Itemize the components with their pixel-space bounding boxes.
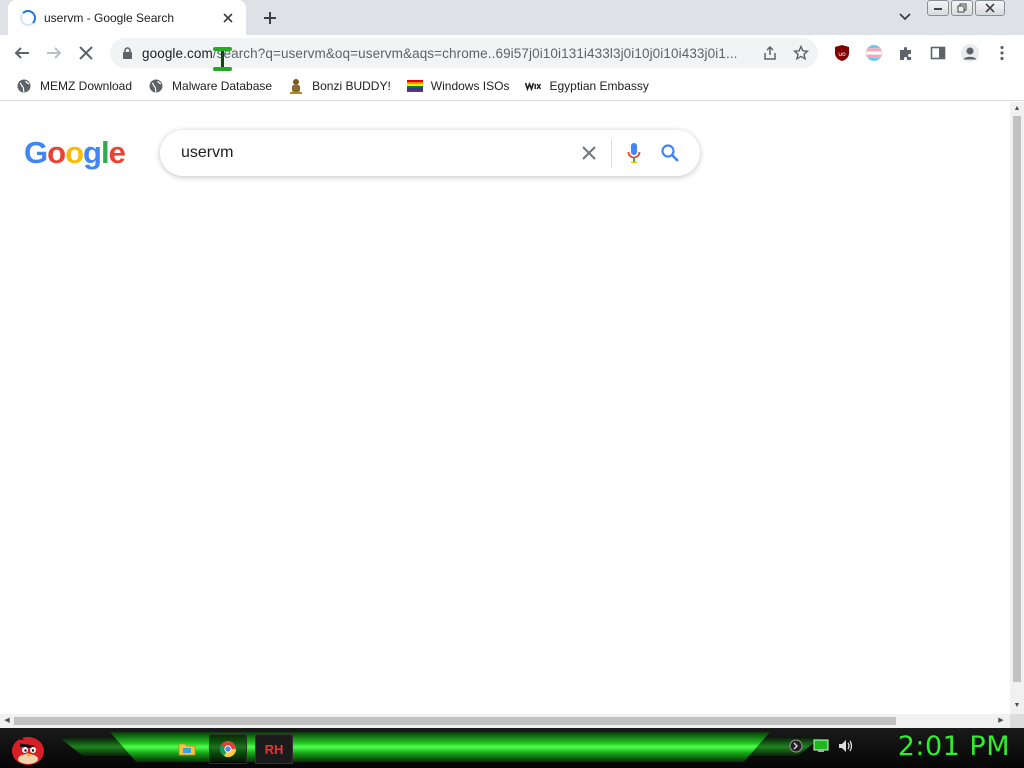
globe-icon [148, 78, 164, 94]
clear-search-button[interactable] [571, 135, 607, 171]
svg-text:uo: uo [838, 51, 846, 58]
forward-button[interactable] [40, 39, 68, 67]
bookmark-windows-isos[interactable]: Windows ISOs [399, 73, 518, 99]
bookmark-star-icon[interactable] [791, 43, 811, 63]
web-page: Google uservm [0, 47, 1010, 714]
new-tab-button[interactable] [258, 6, 282, 30]
loading-spinner-icon [20, 9, 36, 26]
taskbar: RH 2:01 PM [0, 728, 1024, 768]
tab-strip: uservm - Google Search [0, 0, 1024, 35]
ibeam-cursor-icon [213, 47, 232, 71]
search-divider [611, 139, 612, 167]
taskbar-chrome[interactable] [209, 734, 247, 764]
back-button[interactable] [8, 39, 36, 67]
bookmarks-bar: MEMZ Download Malware Database Bonzi BUD… [0, 71, 1024, 101]
vertical-scrollbar[interactable]: ▲ ▼ [1010, 102, 1024, 714]
bookmark-memz-download[interactable]: MEMZ Download [8, 73, 140, 99]
minimize-button[interactable] [927, 0, 949, 16]
horizontal-scrollbar[interactable]: ◀ ▶ [0, 714, 1010, 728]
bookmark-bonzi-buddy[interactable]: Bonzi BUDDY! [280, 73, 399, 99]
scroll-up-arrow-icon[interactable]: ▲ [1013, 105, 1021, 113]
scrollbar-corner [1010, 714, 1024, 728]
rainbow-flag-icon [406, 78, 423, 94]
extensions-puzzle-icon[interactable] [894, 41, 918, 65]
search-submit-magnifier-icon[interactable] [652, 135, 688, 171]
scroll-left-arrow-icon[interactable]: ◀ [3, 717, 11, 725]
restore-button[interactable] [951, 0, 973, 16]
trans-flag-extension-icon[interactable] [862, 41, 886, 65]
close-window-button[interactable] [975, 0, 1005, 16]
tab-title: uservm - Google Search [44, 10, 175, 25]
taskbar-resource-hacker[interactable]: RH [255, 734, 293, 764]
network-monitor-icon[interactable] [813, 738, 829, 754]
url-host: google.com [142, 45, 213, 61]
tab-search-chevron-icon[interactable] [894, 6, 916, 28]
bookmark-label: Malware Database [172, 78, 273, 93]
voice-search-mic-icon[interactable] [616, 135, 652, 171]
globe-icon [16, 78, 32, 94]
bookmark-label: Windows ISOs [430, 78, 510, 93]
chrome-icon [219, 741, 237, 758]
browser-toolbar: google.com/search?q=uservm&oq=uservm&aqs… [0, 35, 1024, 71]
bookmark-label: Bonzi BUDDY! [312, 78, 391, 93]
profile-avatar-icon[interactable] [958, 41, 982, 65]
bookmark-label: MEMZ Download [40, 78, 133, 93]
scroll-right-arrow-icon[interactable]: ▶ [997, 717, 1005, 725]
scroll-down-arrow-icon[interactable]: ▼ [1013, 702, 1021, 710]
bookmark-malware-database[interactable]: Malware Database [140, 73, 280, 99]
lock-icon[interactable] [120, 46, 134, 60]
wix-icon [525, 78, 542, 94]
bonzi-icon [288, 78, 304, 94]
vertical-scroll-thumb[interactable] [1013, 116, 1021, 682]
side-panel-icon[interactable] [926, 41, 950, 65]
ublock-origin-icon[interactable]: uo [830, 41, 854, 65]
horizontal-scroll-thumb[interactable] [14, 717, 896, 725]
system-tray [788, 738, 854, 754]
folder-icon [178, 743, 196, 756]
bookmark-egyptian-embassy[interactable]: Egyptian Embassy [517, 73, 656, 99]
stop-loading-button[interactable] [72, 39, 100, 67]
share-icon[interactable] [760, 43, 780, 63]
volume-icon[interactable] [838, 738, 854, 754]
tab-google-search[interactable]: uservm - Google Search [8, 0, 246, 35]
search-input[interactable]: uservm [181, 144, 571, 162]
bookmark-label: Egyptian Embassy [549, 78, 649, 93]
chrome-menu-icon[interactable] [990, 41, 1014, 65]
tray-app-icon[interactable] [788, 738, 804, 754]
search-box[interactable]: uservm [160, 130, 700, 176]
window-controls [927, 0, 1005, 18]
taskbar-clock[interactable]: 2:01 PM [870, 731, 1010, 762]
google-logo[interactable]: Google [24, 135, 126, 171]
close-tab-icon[interactable] [220, 10, 236, 26]
taskbar-file-explorer[interactable] [168, 734, 206, 764]
url-path: /search?q=uservm&oq=uservm&aqs=chrome..6… [212, 45, 738, 61]
start-button-angry-bird-icon[interactable] [8, 728, 48, 768]
